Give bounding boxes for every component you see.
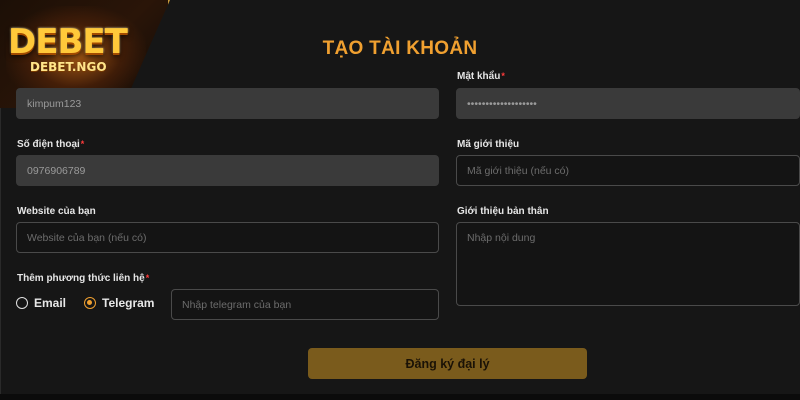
required-mark: * (145, 273, 150, 283)
required-mark: * (501, 71, 505, 81)
telegram-input[interactable] (171, 289, 439, 320)
radio-email[interactable] (16, 297, 28, 309)
contact-method-label: Thêm phương thức liên hệ* (17, 273, 150, 284)
username-input[interactable] (16, 88, 439, 119)
radio-option-telegram[interactable]: Telegram (84, 296, 154, 310)
radio-option-email[interactable]: Email (16, 296, 66, 310)
intro-textarea[interactable] (456, 222, 800, 306)
intro-label: Giới thiệu bản thân (457, 206, 549, 217)
referral-label: Mã giới thiệu (457, 139, 520, 150)
contact-method-radio-group: Email Telegram (16, 296, 172, 310)
brand-domain: DEBET.NGO (30, 60, 107, 74)
radio-email-label: Email (34, 296, 67, 310)
register-agent-button[interactable]: Đăng ký đại lý (308, 348, 587, 379)
phone-input[interactable] (16, 155, 439, 186)
referral-input[interactable] (456, 155, 800, 186)
phone-label: Số điện thoại* (17, 139, 85, 150)
website-input[interactable] (16, 222, 439, 253)
website-label: Website của bạn (17, 206, 96, 217)
required-mark: * (80, 139, 85, 149)
page-bottom-border (0, 394, 800, 400)
page-title: TẠO TÀI KHOẢN (322, 38, 478, 59)
password-input[interactable] (456, 88, 800, 119)
radio-telegram[interactable] (84, 297, 97, 309)
radio-telegram-label: Telegram (102, 296, 155, 310)
password-label: Mật khẩu* (457, 71, 505, 82)
